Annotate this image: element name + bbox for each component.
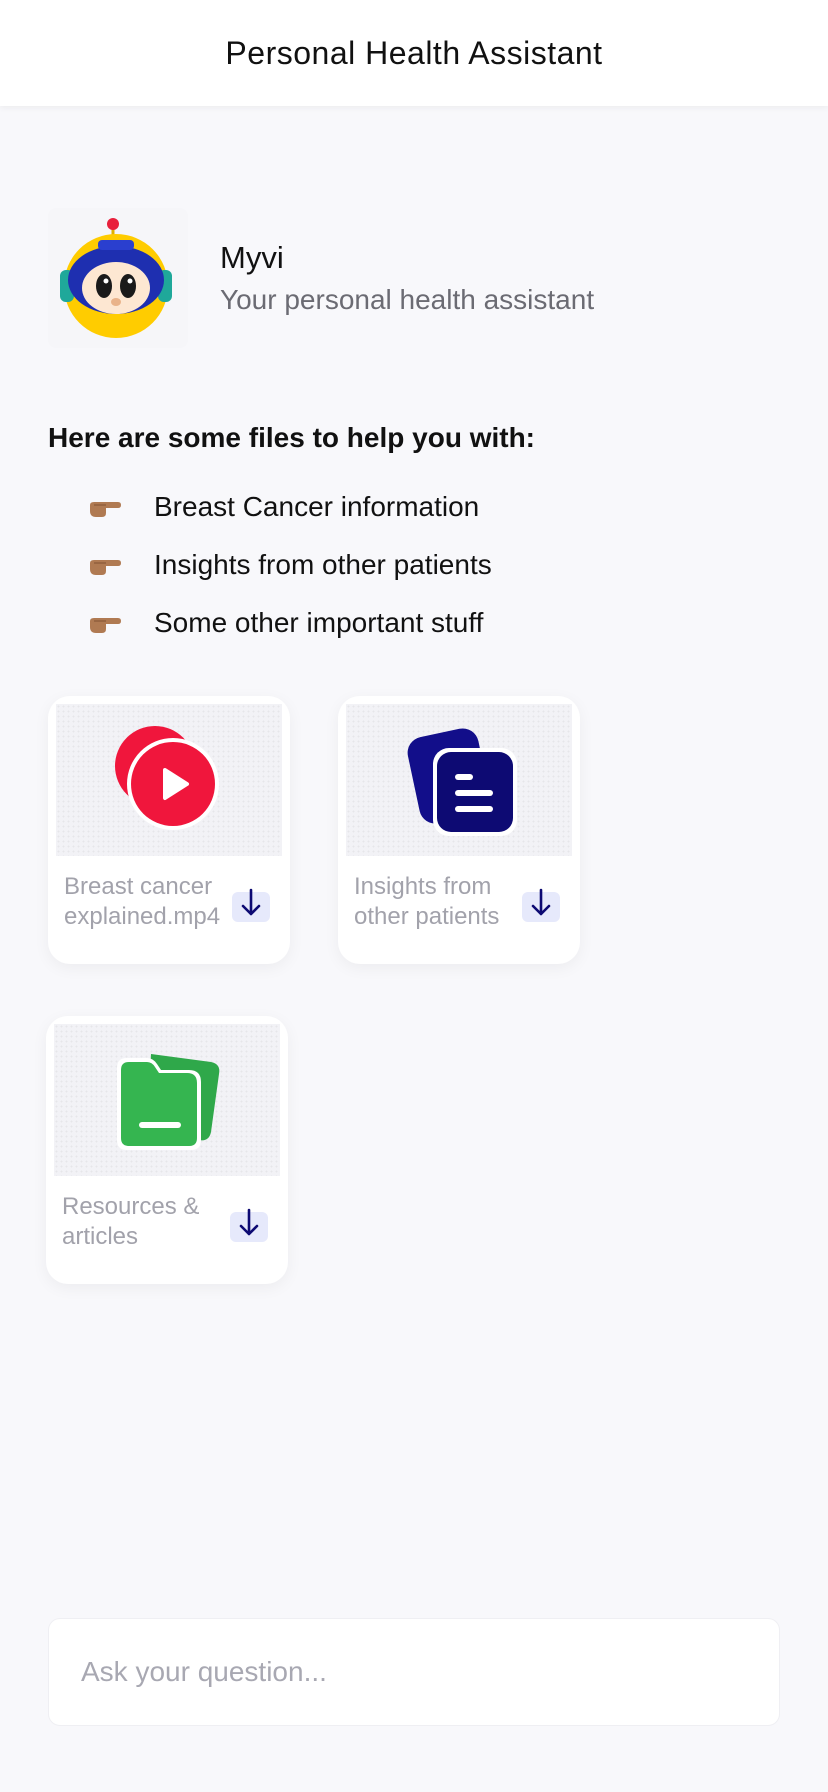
assistant-tagline: Your personal health assistant <box>220 284 595 315</box>
file-card-video[interactable]: Breast cancer explained.mp4 <box>48 696 290 964</box>
document-icon <box>407 728 517 836</box>
file-name: Insights from other patients <box>354 873 500 930</box>
file-thumbnail <box>56 704 282 856</box>
pointing-hand-icon <box>90 618 121 633</box>
pointing-hand-icon <box>90 560 121 575</box>
topic-label: Insights from other patients <box>154 549 492 580</box>
app-header: Personal Health Assistant <box>0 0 828 106</box>
page-title: Personal Health Assistant <box>225 34 603 71</box>
topic-label: Breast Cancer information <box>154 491 480 522</box>
file-thumbnail <box>54 1024 280 1176</box>
topic-list: Breast Cancer information Insights from … <box>88 478 492 652</box>
list-item: Breast Cancer information <box>88 478 492 536</box>
assistant-info: Myvi Your personal health assistant <box>220 240 594 316</box>
file-name: Breast cancer explained.mp4 <box>64 873 221 930</box>
download-button[interactable] <box>522 888 560 922</box>
list-item: Insights from other patients <box>88 536 492 594</box>
file-card-document[interactable]: Insights from other patients <box>338 696 580 964</box>
file-name: Resources & articles <box>62 1193 200 1250</box>
pointing-hand-icon <box>90 502 121 517</box>
download-arrow-icon <box>241 888 261 916</box>
robot-avatar-icon <box>48 208 188 348</box>
file-thumbnail <box>346 704 572 856</box>
topic-label: Some other important stuff <box>154 607 484 638</box>
download-button[interactable] <box>230 1208 268 1242</box>
download-arrow-icon <box>239 1208 259 1236</box>
question-input[interactable] <box>48 1618 780 1726</box>
folder-icon <box>117 1054 220 1150</box>
download-button[interactable] <box>232 888 270 922</box>
file-card-folder[interactable]: Resources & articles <box>46 1016 288 1284</box>
assistant-profile: Myvi Your personal health assistant <box>48 208 594 348</box>
download-arrow-icon <box>531 888 551 916</box>
files-intro: Here are some files to help you with: <box>48 422 536 453</box>
list-item: Some other important stuff <box>88 594 492 652</box>
video-play-icon <box>115 726 219 830</box>
assistant-name: Myvi <box>220 240 284 275</box>
